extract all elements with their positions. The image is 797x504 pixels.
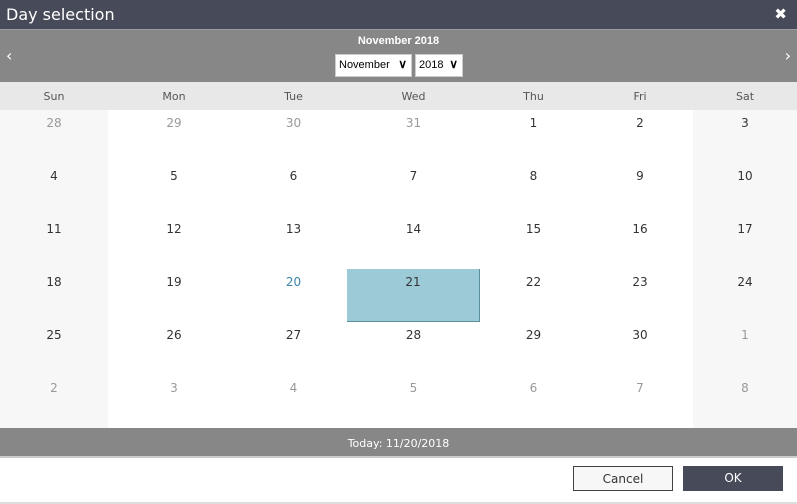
day-cell-selected[interactable]: 21 xyxy=(347,269,480,322)
day-cell[interactable]: 11 xyxy=(0,216,108,269)
day-cell[interactable]: 12 xyxy=(108,216,240,269)
month-navigation: November 2018 ‹ › November ∨ 2018 ∨ xyxy=(0,30,797,82)
day-cell[interactable]: 17 xyxy=(693,216,797,269)
day-cell[interactable]: 29 xyxy=(108,110,240,163)
day-cell[interactable]: 1 xyxy=(480,110,587,163)
day-cell[interactable]: 2 xyxy=(0,375,108,428)
day-cell[interactable]: 15 xyxy=(480,216,587,269)
month-select[interactable]: November ∨ xyxy=(335,54,412,77)
day-cell[interactable]: 31 xyxy=(347,110,480,163)
day-cell[interactable]: 16 xyxy=(587,216,693,269)
cancel-button[interactable]: Cancel xyxy=(573,466,673,491)
calendar-grid: 28 29 30 31 1 2 3 4 5 6 7 8 9 10 11 12 13 14 15 16 17 18 19 20 2… xyxy=(0,110,797,428)
day-name-thu: Thu xyxy=(523,90,544,103)
day-cell[interactable]: 30 xyxy=(240,110,347,163)
day-cell[interactable]: 14 xyxy=(347,216,480,269)
day-cell[interactable]: 10 xyxy=(693,163,797,216)
day-cell[interactable]: 6 xyxy=(240,163,347,216)
year-select[interactable]: 2018 ∨ xyxy=(415,54,463,77)
day-cell[interactable]: 19 xyxy=(108,269,240,322)
day-cell[interactable]: 8 xyxy=(480,163,587,216)
day-cell[interactable]: 7 xyxy=(587,375,693,428)
dialog-titlebar: Day selection ✖ xyxy=(0,0,797,30)
day-name-wed: Wed xyxy=(401,90,426,103)
day-names-row: Sun Mon Tue Wed Thu Fri Sat xyxy=(0,82,797,110)
day-cell[interactable]: 22 xyxy=(480,269,587,322)
day-name-sun: Sun xyxy=(43,90,65,103)
chevron-left-icon[interactable]: ‹ xyxy=(6,46,12,65)
day-cell-today[interactable]: 20 xyxy=(240,269,347,322)
day-cell[interactable]: 24 xyxy=(693,269,797,322)
day-cell[interactable]: 5 xyxy=(108,163,240,216)
day-cell[interactable]: 5 xyxy=(347,375,480,428)
chevron-down-icon: ∨ xyxy=(449,57,458,71)
day-name-tue: Tue xyxy=(284,90,303,103)
day-cell[interactable]: 1 xyxy=(693,322,797,375)
day-cell[interactable]: 2 xyxy=(587,110,693,163)
day-name-sat: Sat xyxy=(735,90,755,103)
year-select-value: 2018 xyxy=(419,59,444,71)
ok-button[interactable]: OK xyxy=(683,466,783,491)
day-cell[interactable]: 29 xyxy=(480,322,587,375)
dialog-title: Day selection xyxy=(6,5,115,24)
day-cell[interactable]: 3 xyxy=(108,375,240,428)
day-cell[interactable]: 4 xyxy=(0,163,108,216)
chevron-right-icon[interactable]: › xyxy=(785,46,791,65)
day-name-fri: Fri xyxy=(633,90,647,103)
day-cell[interactable]: 23 xyxy=(587,269,693,322)
day-cell[interactable]: 4 xyxy=(240,375,347,428)
day-cell[interactable]: 18 xyxy=(0,269,108,322)
day-cell[interactable]: 26 xyxy=(108,322,240,375)
day-cell[interactable]: 25 xyxy=(0,322,108,375)
day-cell[interactable]: 28 xyxy=(347,322,480,375)
day-cell[interactable]: 8 xyxy=(693,375,797,428)
day-cell[interactable]: 30 xyxy=(587,322,693,375)
day-cell[interactable]: 6 xyxy=(480,375,587,428)
day-cell[interactable]: 7 xyxy=(347,163,480,216)
day-name-mon: Mon xyxy=(162,90,186,103)
close-icon[interactable]: ✖ xyxy=(774,5,787,23)
day-cell[interactable]: 13 xyxy=(240,216,347,269)
month-heading: November 2018 xyxy=(357,35,440,47)
day-cell[interactable]: 28 xyxy=(0,110,108,163)
month-select-value: November xyxy=(339,59,390,71)
day-cell[interactable]: 27 xyxy=(240,322,347,375)
day-cell[interactable]: 9 xyxy=(587,163,693,216)
day-cell[interactable]: 3 xyxy=(693,110,797,163)
today-footer[interactable]: Today: 11/20/2018 xyxy=(0,428,797,458)
chevron-down-icon: ∨ xyxy=(398,57,407,71)
